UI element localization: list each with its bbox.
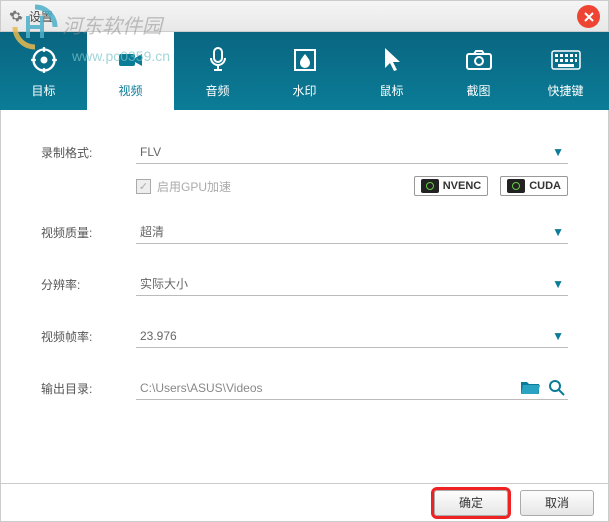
nvidia-eye-icon [507, 179, 525, 193]
tab-label: 音频 [205, 82, 229, 99]
quality-value: 超清 [140, 223, 164, 240]
titlebar: 设置 [0, 0, 609, 32]
tabs: 目标 视频 音频 水印 鼠标 截图 快捷键 [0, 32, 609, 110]
output-path[interactable]: C:\Users\ASUS\Videos [136, 376, 568, 400]
tab-target[interactable]: 目标 [0, 32, 87, 110]
output-value: C:\Users\ASUS\Videos [140, 381, 263, 395]
gpu-checkbox[interactable]: ✓ [136, 179, 151, 194]
tab-audio[interactable]: 音频 [174, 32, 261, 110]
microphone-icon [202, 44, 234, 76]
tab-label: 快捷键 [547, 82, 583, 99]
chevron-down-icon: ▼ [552, 225, 564, 239]
tab-label: 视频 [118, 82, 142, 99]
tab-label: 目标 [31, 82, 55, 99]
target-icon [28, 44, 60, 76]
quality-select[interactable]: 超清 ▼ [136, 220, 568, 244]
fps-value: 23.976 [140, 329, 177, 343]
search-icon[interactable] [548, 379, 566, 397]
tab-screenshot[interactable]: 截图 [435, 32, 522, 110]
tab-watermark[interactable]: 水印 [261, 32, 348, 110]
fps-label: 视频帧率: [41, 328, 136, 345]
nvenc-badge: NVENC [414, 176, 489, 196]
ok-button[interactable]: 确定 [434, 490, 508, 516]
format-value: FLV [140, 145, 161, 159]
tab-label: 鼠标 [379, 82, 403, 99]
output-label: 输出目录: [41, 380, 136, 397]
folder-open-icon[interactable] [520, 379, 540, 397]
tab-label: 截图 [466, 82, 490, 99]
format-select[interactable]: FLV ▼ [136, 140, 568, 164]
gear-icon [9, 9, 23, 23]
window-title: 设置 [29, 8, 53, 25]
droplet-icon [289, 44, 321, 76]
resolution-select[interactable]: 实际大小 ▼ [136, 272, 568, 296]
resolution-value: 实际大小 [140, 275, 188, 292]
video-icon [115, 44, 147, 76]
resolution-label: 分辨率: [41, 276, 136, 293]
footer: 确定 取消 [0, 484, 609, 522]
chevron-down-icon: ▼ [552, 145, 564, 159]
cuda-badge: CUDA [500, 176, 568, 196]
format-label: 录制格式: [41, 144, 136, 161]
camera-icon [463, 44, 495, 76]
gpu-label: 启用GPU加速 [157, 178, 402, 195]
fps-select[interactable]: 23.976 ▼ [136, 324, 568, 348]
nvidia-eye-icon [421, 179, 439, 193]
quality-label: 视频质量: [41, 224, 136, 241]
cancel-button[interactable]: 取消 [520, 490, 594, 516]
tab-mouse[interactable]: 鼠标 [348, 32, 435, 110]
settings-content: 录制格式: FLV ▼ ✓ 启用GPU加速 NVENC CUDA 视频质量: 超… [0, 110, 609, 484]
chevron-down-icon: ▼ [552, 277, 564, 291]
tab-label: 水印 [292, 82, 316, 99]
keyboard-icon [550, 44, 582, 76]
tab-shortcut[interactable]: 快捷键 [522, 32, 609, 110]
cursor-icon [376, 44, 408, 76]
chevron-down-icon: ▼ [552, 329, 564, 343]
close-icon[interactable] [577, 5, 600, 28]
tab-video[interactable]: 视频 [87, 32, 174, 110]
